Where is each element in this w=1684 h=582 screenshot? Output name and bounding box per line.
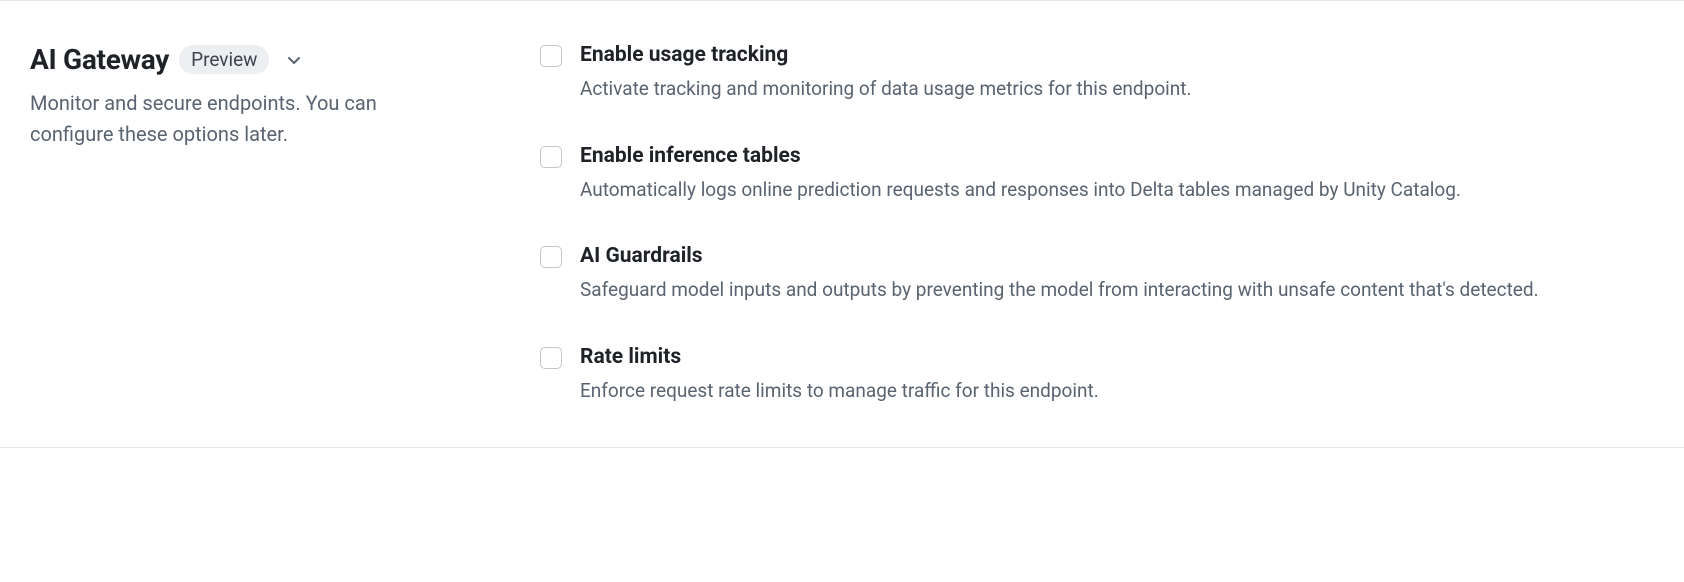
section-header-row: AI Gateway Preview <box>30 43 500 76</box>
option-body: AI Guardrails Safeguard model inputs and… <box>580 244 1544 305</box>
option-title: Enable inference tables <box>580 144 1544 168</box>
section-title: AI Gateway <box>30 43 169 76</box>
enable-usage-tracking-checkbox[interactable] <box>540 45 562 67</box>
option-description: Enforce request rate limits to manage tr… <box>580 377 1544 406</box>
options-column: Enable usage tracking Activate tracking … <box>540 43 1684 405</box>
option-row: Rate limits Enforce request rate limits … <box>540 345 1544 406</box>
option-description: Automatically logs online prediction req… <box>580 176 1544 205</box>
ai-guardrails-checkbox[interactable] <box>540 246 562 268</box>
option-title: AI Guardrails <box>580 244 1544 268</box>
option-row: Enable usage tracking Activate tracking … <box>540 43 1544 104</box>
option-body: Enable inference tables Automatically lo… <box>580 144 1544 205</box>
chevron-down-icon[interactable] <box>285 51 303 69</box>
option-row: Enable inference tables Automatically lo… <box>540 144 1544 205</box>
rate-limits-checkbox[interactable] <box>540 347 562 369</box>
section-description: Monitor and secure endpoints. You can co… <box>30 88 450 150</box>
option-description: Activate tracking and monitoring of data… <box>580 75 1544 104</box>
option-description: Safeguard model inputs and outputs by pr… <box>580 276 1544 305</box>
option-body: Enable usage tracking Activate tracking … <box>580 43 1544 104</box>
ai-gateway-section: AI Gateway Preview Monitor and secure en… <box>0 0 1684 448</box>
section-header-column: AI Gateway Preview Monitor and secure en… <box>30 43 500 405</box>
option-body: Rate limits Enforce request rate limits … <box>580 345 1544 406</box>
option-row: AI Guardrails Safeguard model inputs and… <box>540 244 1544 305</box>
option-title: Enable usage tracking <box>580 43 1544 67</box>
option-title: Rate limits <box>580 345 1544 369</box>
preview-badge: Preview <box>179 45 269 74</box>
enable-inference-tables-checkbox[interactable] <box>540 146 562 168</box>
